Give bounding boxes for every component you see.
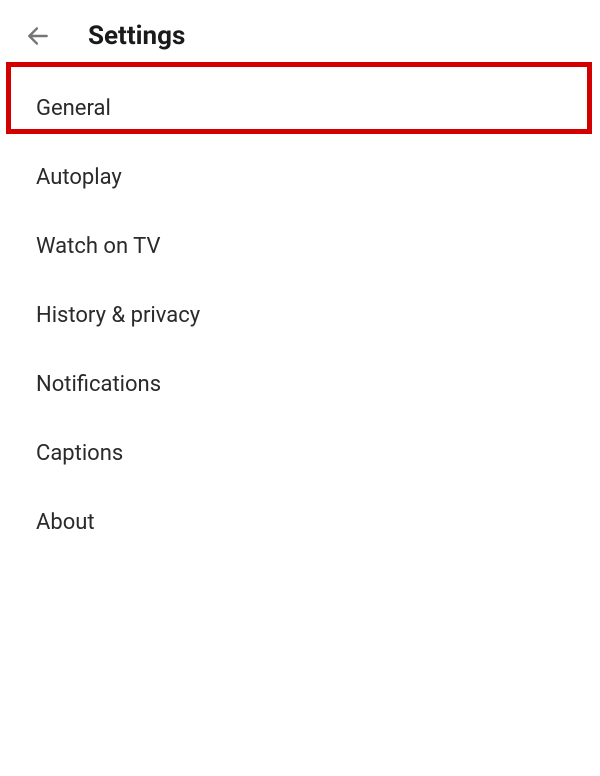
list-item-captions[interactable]: Captions [0, 419, 600, 488]
list-item-label: Notifications [36, 372, 161, 397]
settings-list: General Autoplay Watch on TV History & p… [0, 74, 600, 557]
list-item-label: Captions [36, 441, 123, 466]
list-item-notifications[interactable]: Notifications [0, 350, 600, 419]
page-title: Settings [88, 21, 185, 51]
list-item-history-privacy[interactable]: History & privacy [0, 281, 600, 350]
list-item-label: General [36, 96, 111, 121]
list-item-about[interactable]: About [0, 488, 600, 557]
list-item-label: Watch on TV [36, 234, 160, 259]
list-item-label: About [36, 510, 95, 535]
list-item-label: History & privacy [36, 303, 200, 328]
back-button[interactable] [18, 16, 58, 56]
header: Settings [0, 0, 600, 74]
list-item-general[interactable]: General [0, 74, 600, 143]
list-item-autoplay[interactable]: Autoplay [0, 143, 600, 212]
list-item-watch-on-tv[interactable]: Watch on TV [0, 212, 600, 281]
arrow-left-icon [25, 23, 51, 49]
list-item-label: Autoplay [36, 165, 122, 190]
